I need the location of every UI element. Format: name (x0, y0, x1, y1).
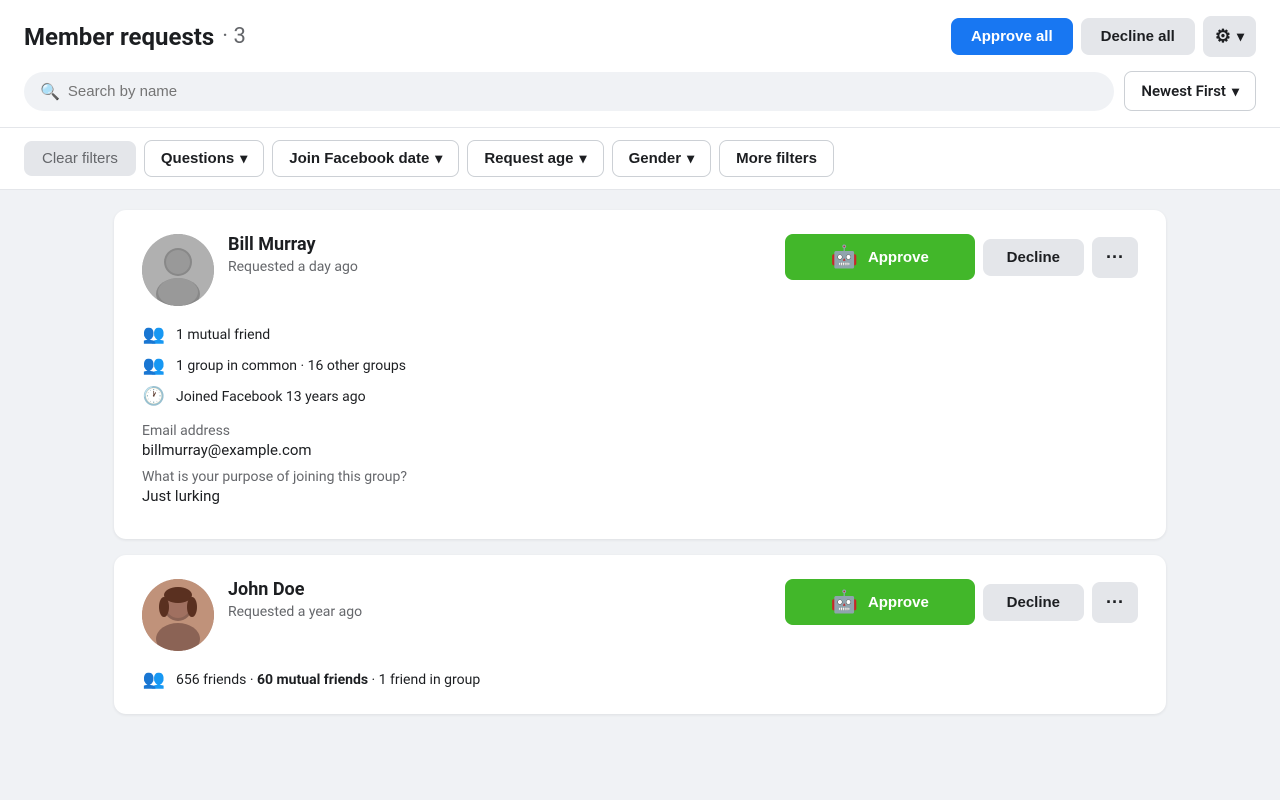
groups-icon: 👥 (142, 355, 166, 376)
mutual-friends-row: 👥 1 mutual friend (142, 324, 1138, 345)
member-request-time: Requested a year ago (228, 604, 362, 620)
question-field: What is your purpose of joining this gro… (142, 469, 1138, 505)
search-filter-row: 🔍 Newest First (24, 71, 1256, 111)
request-age-chevron-icon (580, 150, 587, 167)
robot-icon: 🤖 (831, 244, 858, 270)
member-text: Bill Murray Requested a day ago (228, 234, 358, 275)
chevron-down-icon (1237, 28, 1244, 45)
member-name: Bill Murray (228, 234, 358, 255)
approve-all-button[interactable]: Approve all (951, 18, 1073, 55)
search-icon: 🔍 (40, 82, 60, 101)
gear-icon (1215, 26, 1231, 47)
people-icon: 👥 (142, 669, 166, 690)
ellipsis-icon: ··· (1106, 247, 1124, 268)
questions-filter-button[interactable]: Questions (144, 140, 264, 177)
clock-icon: 🕐 (142, 386, 166, 407)
card-header: John Doe Requested a year ago 🤖 Approve … (142, 579, 1138, 651)
question-label: What is your purpose of joining this gro… (142, 469, 1138, 485)
page-title: Member requests · 3 (24, 23, 246, 51)
request-age-filter-button[interactable]: Request age (467, 140, 603, 177)
more-options-button[interactable]: ··· (1092, 582, 1138, 623)
card-qa: Email address billmurray@example.com Wha… (142, 423, 1138, 505)
ellipsis-icon: ··· (1106, 592, 1124, 613)
member-card: Bill Murray Requested a day ago 🤖 Approv… (114, 210, 1166, 539)
question-answer: Just lurking (142, 487, 1138, 505)
filter-row: Clear filters Questions Join Facebook da… (0, 128, 1280, 190)
approve-button[interactable]: 🤖 Approve (785, 579, 975, 625)
decline-all-button[interactable]: Decline all (1081, 18, 1195, 55)
join-fb-chevron-icon (435, 150, 442, 167)
decline-button[interactable]: Decline (983, 239, 1084, 276)
gender-chevron-icon (687, 150, 694, 167)
member-count: · 3 (222, 24, 246, 49)
avatar (142, 234, 214, 306)
email-label: Email address (142, 423, 1138, 439)
card-details: 👥 656 friends · 60 mutual friends · 1 fr… (142, 669, 1138, 690)
card-actions: 🤖 Approve Decline ··· (785, 234, 1138, 280)
sort-dropdown[interactable]: Newest First (1124, 71, 1256, 111)
member-info: Bill Murray Requested a day ago (142, 234, 358, 306)
search-box: 🔍 (24, 72, 1114, 111)
decline-button[interactable]: Decline (983, 584, 1084, 621)
people-icon: 👥 (142, 324, 166, 345)
header-actions: Approve all Decline all (951, 16, 1256, 57)
friends-row: 👥 656 friends · 60 mutual friends · 1 fr… (142, 669, 1138, 690)
clear-filters-button[interactable]: Clear filters (24, 141, 136, 176)
approve-button[interactable]: 🤖 Approve (785, 234, 975, 280)
search-input[interactable] (68, 83, 1098, 100)
member-info: John Doe Requested a year ago (142, 579, 362, 651)
settings-button[interactable] (1203, 16, 1256, 57)
main-content: Bill Murray Requested a day ago 🤖 Approv… (90, 190, 1190, 750)
more-filters-button[interactable]: More filters (719, 140, 834, 177)
member-text: John Doe Requested a year ago (228, 579, 362, 620)
member-name: John Doe (228, 579, 362, 600)
robot-icon: 🤖 (831, 589, 858, 615)
card-actions: 🤖 Approve Decline ··· (785, 579, 1138, 625)
questions-chevron-icon (240, 150, 247, 167)
gender-filter-button[interactable]: Gender (612, 140, 712, 177)
email-field: Email address billmurray@example.com (142, 423, 1138, 459)
groups-row: 👥 1 group in common · 16 other groups (142, 355, 1138, 376)
more-options-button[interactable]: ··· (1092, 237, 1138, 278)
joined-fb-row: 🕐 Joined Facebook 13 years ago (142, 386, 1138, 407)
avatar (142, 579, 214, 651)
email-value: billmurray@example.com (142, 441, 1138, 459)
member-request-time: Requested a day ago (228, 259, 358, 275)
member-card: John Doe Requested a year ago 🤖 Approve … (114, 555, 1166, 714)
card-details: 👥 1 mutual friend 👥 1 group in common · … (142, 324, 1138, 407)
join-fb-date-filter-button[interactable]: Join Facebook date (272, 140, 459, 177)
card-header: Bill Murray Requested a day ago 🤖 Approv… (142, 234, 1138, 306)
sort-chevron-icon (1232, 82, 1239, 100)
